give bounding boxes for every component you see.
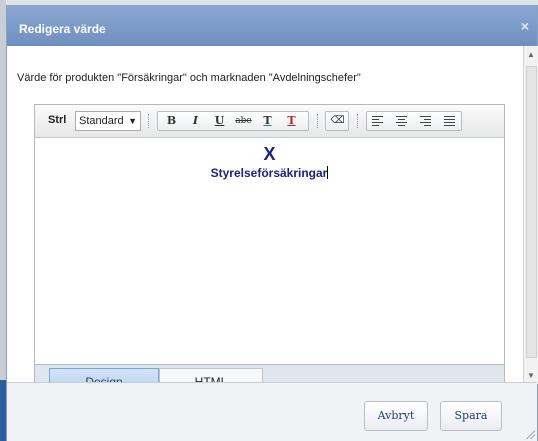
resize-grip-icon[interactable]	[525, 429, 535, 439]
align-center-icon[interactable]	[396, 116, 407, 126]
editor-heading: X	[263, 144, 276, 164]
italic-icon[interactable]: I	[186, 112, 205, 130]
rich-text-editor: Strl Standard ▼ B I U abe T T ⌫ X Styrel…	[34, 104, 505, 365]
align-right-icon[interactable]	[420, 116, 431, 126]
dialog-titlebar[interactable]: Redigera värde ×	[7, 6, 537, 46]
editor-content-area[interactable]: X Styrelseförsäkringar	[35, 138, 504, 364]
value-description: Värde för produkten "Försäkringar" och m…	[17, 72, 361, 84]
scroll-thumb[interactable]	[526, 66, 537, 358]
bold-icon[interactable]: B	[162, 112, 181, 130]
eraser-group: ⌫	[325, 111, 349, 131]
editor-text: Styrelseförsäkringar	[35, 166, 504, 180]
dialog-title: Redigera värde	[19, 22, 106, 36]
alignment-group	[366, 111, 462, 131]
dialog-content: Värde för produkten "Försäkringar" och m…	[7, 46, 523, 397]
toolbar-separator	[357, 114, 360, 128]
justify-icon[interactable]	[444, 116, 455, 126]
save-button[interactable]: Spara	[440, 401, 502, 431]
close-icon[interactable]: ×	[521, 18, 529, 34]
font-style-select[interactable]: Standard ▼	[75, 111, 141, 131]
font-size-label: Strl	[48, 114, 67, 126]
toolbar-separator	[148, 114, 151, 128]
scroll-up-icon[interactable]: ▲	[524, 50, 538, 59]
clear-format-icon[interactable]: T	[282, 112, 301, 130]
align-left-icon[interactable]	[372, 116, 383, 126]
chevron-down-icon: ▼	[128, 116, 137, 126]
text-caret	[327, 166, 329, 179]
cancel-button[interactable]: Avbryt	[364, 401, 428, 431]
format-button-group: B I U abe T T	[157, 111, 309, 131]
editor-text-value: Styrelseförsäkringar	[210, 166, 328, 180]
font-color-icon[interactable]: T	[258, 112, 277, 130]
editor-toolbar: Strl Standard ▼ B I U abe T T ⌫	[35, 105, 504, 138]
dialog-scrollbar[interactable]: ▲ ▼	[523, 46, 538, 384]
toolbar-separator	[317, 114, 320, 128]
dialog-footer: Avbryt Spara	[7, 382, 537, 441]
scroll-down-icon[interactable]: ▼	[524, 371, 538, 380]
strikethrough-icon[interactable]: abe	[234, 112, 253, 130]
underline-icon[interactable]: U	[210, 112, 229, 130]
eraser-icon[interactable]: ⌫	[328, 112, 347, 130]
font-style-value: Standard	[79, 115, 124, 127]
edit-value-dialog: Redigera värde × Värde för produkten "Fö…	[6, 5, 538, 441]
